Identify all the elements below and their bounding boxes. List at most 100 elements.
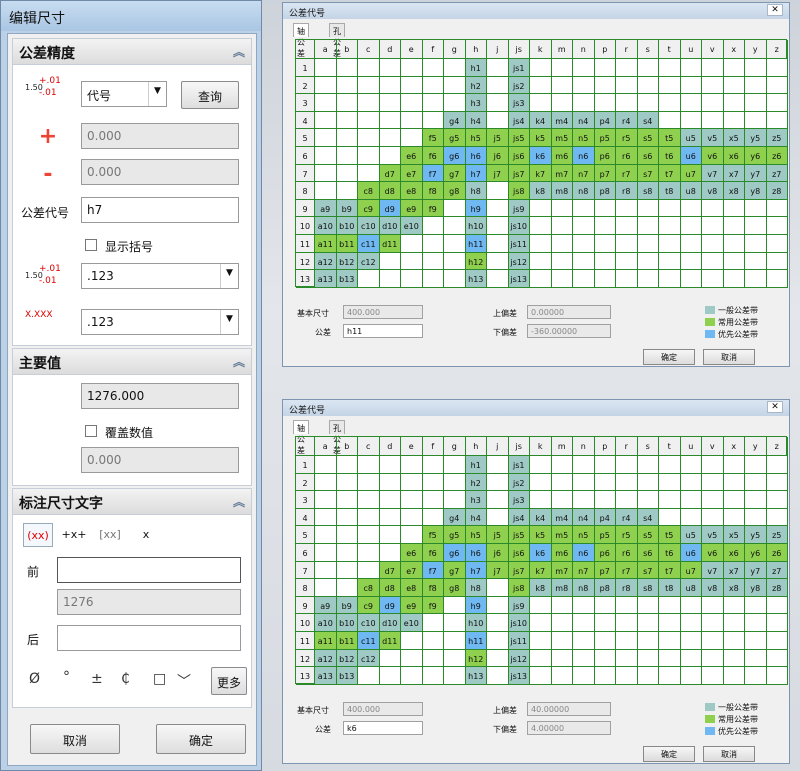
tolerance-cell[interactable]: s5 <box>637 129 659 147</box>
tolerance-cell[interactable]: p4 <box>594 111 616 130</box>
tolerance-cell[interactable]: p5 <box>594 129 616 147</box>
tolerance-cell[interactable]: d9 <box>379 199 401 218</box>
tolerance-cell[interactable]: h6 <box>465 544 487 562</box>
tolerance-cell[interactable]: e9 <box>401 596 423 615</box>
tolerance-cell[interactable]: js13 <box>508 667 530 685</box>
tolerance-cell[interactable]: b13 <box>336 667 358 685</box>
tolerance-cell[interactable]: u7 <box>680 164 702 183</box>
tolerance-cell[interactable]: js12 <box>508 649 530 668</box>
tolerance-cell[interactable]: g7 <box>444 164 466 183</box>
tolerance-cell[interactable]: p8 <box>594 182 616 200</box>
tolerance-cell[interactable]: a12 <box>315 649 337 668</box>
mode-arrow-button[interactable]: x <box>131 523 161 547</box>
tolerance-cell[interactable]: js9 <box>508 596 530 615</box>
tolerance-precision-select[interactable]: .123 ▼ <box>81 309 239 335</box>
tolerance-cell[interactable]: f9 <box>422 596 444 615</box>
tolerance-cell[interactable]: y8 <box>745 182 767 200</box>
tolerance-cell[interactable]: h8 <box>465 182 487 200</box>
tolerance-cell[interactable]: c10 <box>358 217 380 235</box>
tolerance-cell[interactable]: js11 <box>508 632 530 650</box>
tolerance-cell[interactable]: y7 <box>745 164 767 183</box>
tolerance-input[interactable]: h11 <box>343 324 423 338</box>
tolerance-cell[interactable]: c8 <box>358 579 380 597</box>
tolerance-cell[interactable]: g4 <box>444 111 466 130</box>
tolerance-cell[interactable]: y7 <box>745 561 767 580</box>
tolerance-cell[interactable]: c9 <box>358 199 380 218</box>
tolerance-cell[interactable]: z8 <box>766 579 788 597</box>
tolerance-cell[interactable]: n7 <box>573 164 595 183</box>
ok-button[interactable]: 确定 <box>643 746 695 762</box>
tolerance-cell[interactable]: s6 <box>637 147 659 165</box>
tolerance-cell[interactable]: r8 <box>616 182 638 200</box>
main-value-field[interactable]: 1276.000 <box>81 383 239 409</box>
tolerance-cell[interactable]: x8 <box>723 182 745 200</box>
mode-plus-button[interactable]: +x+ <box>59 523 89 547</box>
basic-size-field[interactable]: 400.000 <box>343 305 423 319</box>
tolerance-cell[interactable]: d7 <box>379 561 401 580</box>
tolerance-cell[interactable]: n8 <box>573 182 595 200</box>
tolerance-cell[interactable]: u7 <box>680 561 702 580</box>
tolerance-cell[interactable]: f9 <box>422 199 444 218</box>
tolerance-cell[interactable]: b13 <box>336 270 358 288</box>
tolerance-cell[interactable]: v7 <box>702 561 724 580</box>
tolerance-cell[interactable]: j6 <box>487 147 509 165</box>
tolerance-cell[interactable]: n5 <box>573 526 595 544</box>
tolerance-cell[interactable]: s5 <box>637 526 659 544</box>
ok-button[interactable]: 确定 <box>643 349 695 365</box>
tolerance-cell[interactable]: g6 <box>444 147 466 165</box>
mode-parentheses-button[interactable]: (xx) <box>23 523 53 547</box>
tolerance-cell[interactable]: p6 <box>594 544 616 562</box>
tolerance-cell[interactable]: m8 <box>551 182 573 200</box>
tolerance-cell[interactable]: js8 <box>508 579 530 597</box>
tolerance-cell[interactable]: p6 <box>594 147 616 165</box>
tolerance-cell[interactable]: g5 <box>444 526 466 544</box>
tolerance-cell[interactable]: s6 <box>637 544 659 562</box>
tolerance-cell[interactable]: e6 <box>401 544 423 562</box>
tolerance-cell[interactable]: h4 <box>465 111 487 130</box>
tolerance-input[interactable]: k6 <box>343 721 423 735</box>
tolerance-cell[interactable]: h7 <box>465 164 487 183</box>
tolerance-cell[interactable]: u5 <box>680 129 702 147</box>
tolerance-cell[interactable]: js3 <box>508 94 530 112</box>
tolerance-cell[interactable]: v8 <box>702 182 724 200</box>
tolerance-cell[interactable]: b11 <box>336 632 358 650</box>
tolerance-cell[interactable]: j6 <box>487 544 509 562</box>
tolerance-cell[interactable]: a10 <box>315 614 337 632</box>
ok-button[interactable]: 确定 <box>156 724 246 754</box>
tolerance-cell[interactable]: z6 <box>766 147 788 165</box>
tolerance-cell[interactable]: g6 <box>444 544 466 562</box>
tolerance-cell[interactable]: js10 <box>508 217 530 235</box>
tolerance-cell[interactable]: k5 <box>530 526 552 544</box>
tolerance-cell[interactable]: z8 <box>766 182 788 200</box>
tolerance-cell[interactable]: k6 <box>530 544 552 562</box>
tolerance-cell[interactable]: f7 <box>422 164 444 183</box>
tolerance-cell[interactable]: s7 <box>637 164 659 183</box>
tolerance-cell[interactable]: d8 <box>379 579 401 597</box>
tolerance-cell[interactable]: n5 <box>573 129 595 147</box>
tolerance-cell[interactable]: v5 <box>702 526 724 544</box>
tolerance-cell[interactable]: r4 <box>616 508 638 527</box>
tolerance-cell[interactable]: g8 <box>444 579 466 597</box>
tolerance-cell[interactable]: b10 <box>336 217 358 235</box>
tolerance-cell[interactable]: c12 <box>358 252 380 271</box>
lower-deviation-field[interactable]: 4.00000 <box>527 721 611 735</box>
tolerance-cell[interactable]: g7 <box>444 561 466 580</box>
tolerance-cell[interactable]: h2 <box>465 76 487 95</box>
tolerance-cell[interactable]: y5 <box>745 526 767 544</box>
tolerance-cell[interactable]: c9 <box>358 596 380 615</box>
tolerance-cell[interactable]: r6 <box>616 544 638 562</box>
tolerance-cell[interactable]: x5 <box>723 526 745 544</box>
tolerance-cell[interactable]: n4 <box>573 111 595 130</box>
tolerance-cell[interactable]: g8 <box>444 182 466 200</box>
tolerance-cell[interactable]: r7 <box>616 164 638 183</box>
tolerance-cell[interactable]: a10 <box>315 217 337 235</box>
tolerance-cell[interactable]: t7 <box>659 561 681 580</box>
tolerance-cell[interactable]: p5 <box>594 526 616 544</box>
lower-deviation-field[interactable]: 0.000 <box>81 159 239 185</box>
tolerance-cell[interactable]: h2 <box>465 473 487 492</box>
tolerance-cell[interactable]: js1 <box>508 456 530 474</box>
collapse-icon[interactable]: ︽ <box>233 43 245 60</box>
tolerance-cell[interactable]: m4 <box>551 111 573 130</box>
tolerance-cell[interactable]: g4 <box>444 508 466 527</box>
surface-symbol-button[interactable]: ﹀ <box>177 671 191 691</box>
